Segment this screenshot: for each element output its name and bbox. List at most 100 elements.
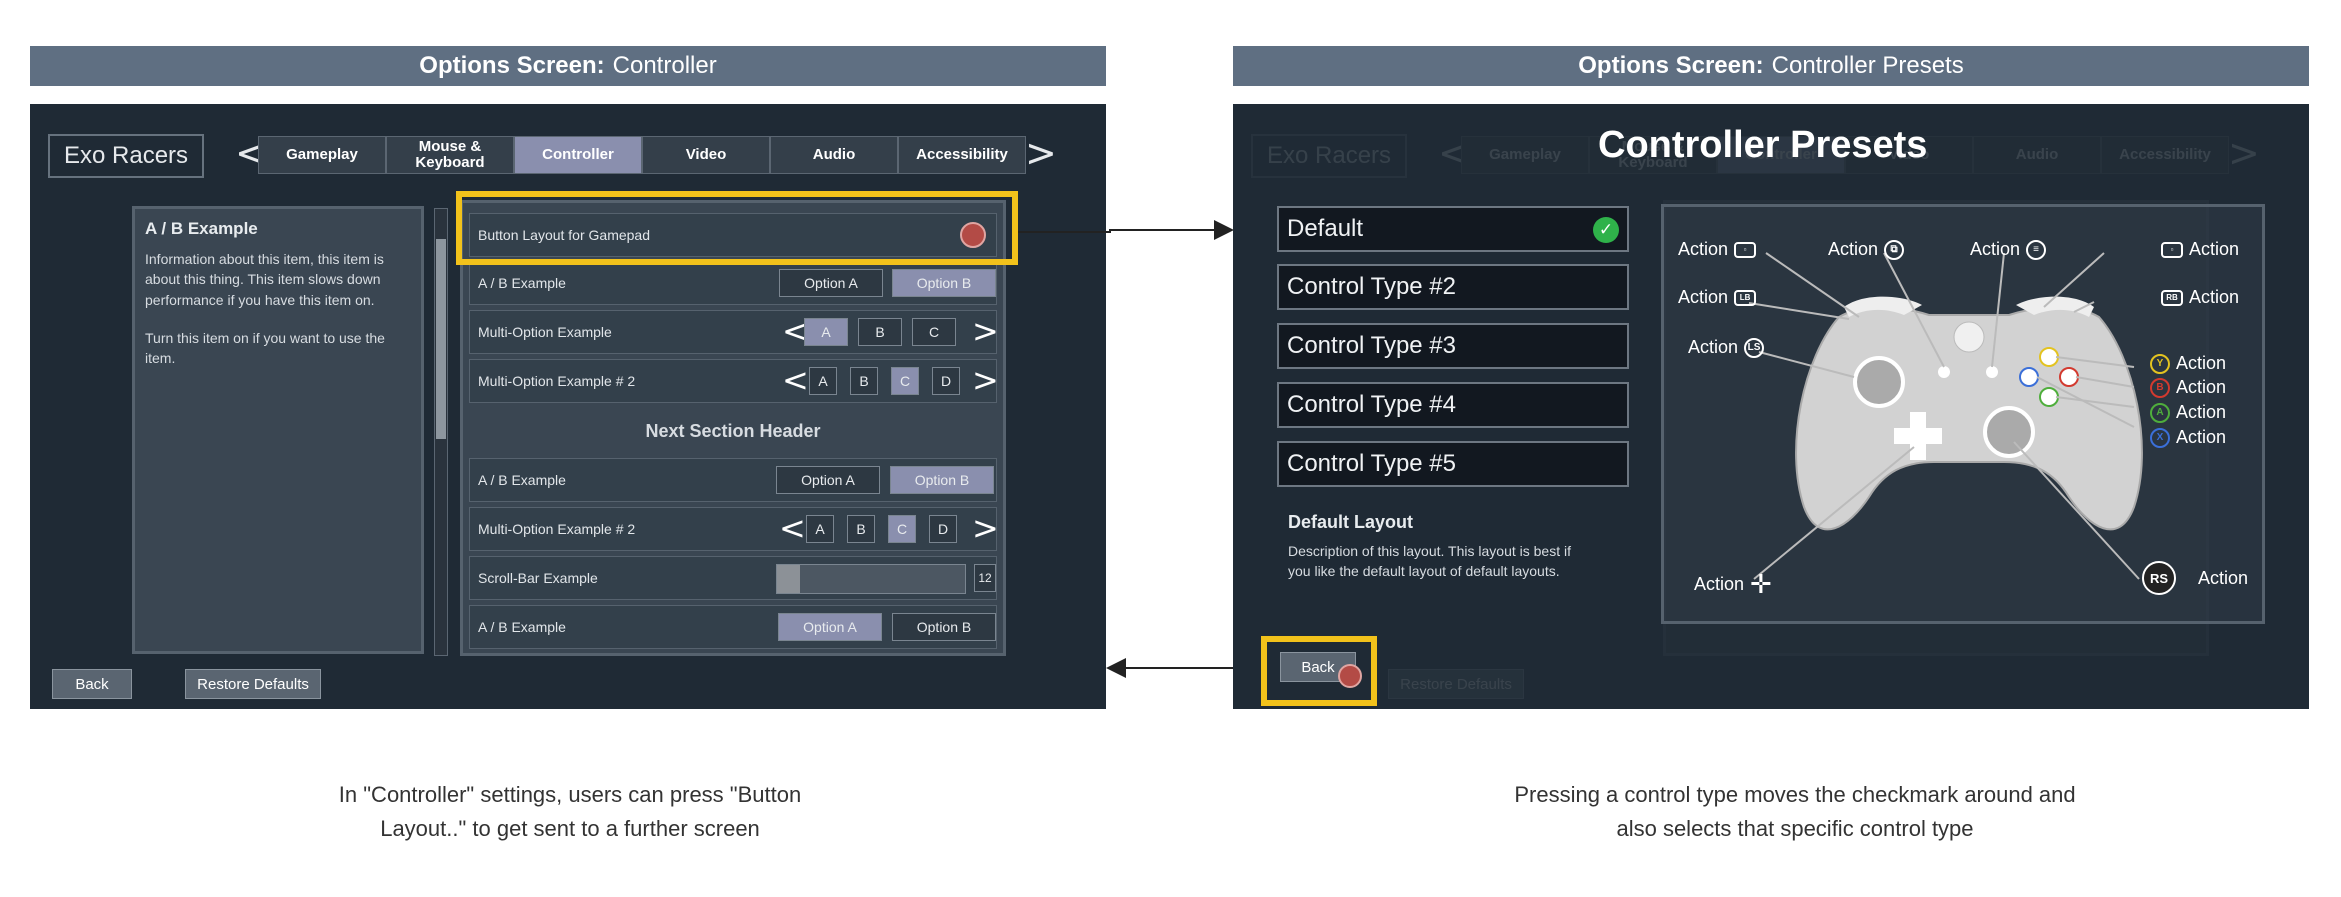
option-b-button[interactable]: Option B	[892, 613, 996, 641]
label-view: Action ▫	[1678, 239, 1757, 260]
label-rb: RB Action	[2161, 287, 2239, 308]
face-y	[2039, 347, 2059, 367]
game-title: Exo Racers	[48, 134, 205, 178]
option-a-button[interactable]: Option A	[779, 269, 883, 297]
options-scrollbar[interactable]	[434, 208, 448, 656]
restore-defaults-button: Restore Defaults	[1388, 669, 1524, 699]
layout-description: Default Layout Description of this layou…	[1288, 512, 1578, 582]
tab-controller[interactable]: Controller	[514, 136, 642, 174]
multi-option-row-1: Multi-Option Example < A B C >	[469, 310, 999, 354]
rs-icon: RS	[2142, 561, 2176, 595]
option-a-button[interactable]: Option A	[778, 613, 882, 641]
ls-icon: LS	[1744, 337, 1765, 358]
presets-title: Controller Presets	[1598, 124, 1928, 166]
x-button-icon: X	[2150, 427, 2170, 448]
face-a	[2039, 387, 2059, 407]
option-b-square[interactable]: B	[847, 515, 875, 543]
controller-diagram: Action ▫ Action ⧉ Action ≡ ▫ Action Action LB…	[1661, 204, 2265, 624]
ab-example-row-3: A / B Example Option A Option B	[469, 605, 997, 649]
dpad-icon: ✛	[1750, 569, 1772, 599]
tab-bar: Gameplay Mouse & Keyboard Controller Vid…	[258, 136, 1026, 174]
highlight-button-layout	[456, 191, 1018, 265]
label-a: A Action	[2150, 402, 2226, 423]
option-d-square[interactable]: D	[929, 515, 957, 543]
label-rt: ▫ Action	[2161, 239, 2239, 260]
slider-value-box: 12	[974, 564, 996, 592]
option-a-square[interactable]: A	[809, 367, 837, 395]
option-b-button[interactable]: Option B	[890, 466, 994, 494]
y-button-icon: Y	[2150, 353, 2170, 374]
tab-gameplay[interactable]: Gameplay	[258, 136, 386, 174]
tab-mouse-keyboard[interactable]: Mouse & Keyboard	[386, 136, 514, 174]
label-ls: Action LS	[1688, 337, 1765, 358]
option-c-square[interactable]: C	[891, 367, 919, 395]
option-a-button[interactable]: Option A	[776, 466, 880, 494]
option-b-square[interactable]: B	[850, 367, 878, 395]
tab-video[interactable]: Video	[642, 136, 770, 174]
option-d-square[interactable]: D	[932, 367, 960, 395]
next-section-header: Next Section Header	[645, 420, 821, 441]
option-next-arrow[interactable]: >	[972, 512, 999, 544]
multi-option-row-2: Multi-Option Example # 2 < A B C D >	[469, 359, 999, 403]
preset-control-type-3[interactable]: Control Type #3	[1277, 323, 1629, 369]
preset-default[interactable]: Default ✓	[1277, 206, 1629, 252]
option-b-square[interactable]: B	[858, 318, 902, 346]
menu-icon: ≡	[2026, 239, 2047, 260]
back-button[interactable]: Back	[52, 669, 132, 699]
layout-description-body: Description of this layout. This layout …	[1288, 543, 1571, 580]
label-menu: Action ≡	[1970, 239, 2047, 260]
options-scrollbar-thumb[interactable]	[436, 239, 446, 439]
a-button-icon: A	[2150, 402, 2170, 423]
row-label: A / B Example	[478, 619, 566, 635]
option-a-square[interactable]: A	[804, 318, 848, 346]
option-b-button[interactable]: Option B	[892, 269, 996, 297]
preset-control-type-2[interactable]: Control Type #2	[1277, 264, 1629, 310]
view-button	[1938, 366, 1950, 378]
left-screen-header: Options Screen: Controller	[30, 46, 1106, 86]
dpad-horizontal	[1894, 428, 1942, 444]
checkmark-icon: ✓	[1593, 217, 1619, 243]
label-y: Y Action	[2150, 353, 2226, 374]
option-next-arrow[interactable]: >	[972, 364, 999, 396]
lb-icon: LB	[1734, 289, 1757, 306]
option-c-square[interactable]: C	[888, 515, 916, 543]
scroll-bar-row: Scroll-Bar Example 12	[469, 556, 997, 600]
view-icon: ▫	[1734, 241, 1757, 258]
preset-control-type-5[interactable]: Control Type #5	[1277, 441, 1629, 487]
options-list: Button Layout for Gamepad A / B Example …	[460, 200, 1006, 656]
tab-audio[interactable]: Audio	[770, 136, 898, 174]
b-button-icon: B	[2150, 377, 2170, 398]
tab-next-arrow: >	[2228, 131, 2260, 175]
row-label: A / B Example	[478, 275, 566, 291]
option-c-square[interactable]: C	[912, 318, 956, 346]
rb-icon: RB	[2161, 289, 2183, 306]
left-stick	[1853, 356, 1905, 408]
label-b: B Action	[2150, 377, 2226, 398]
row-label: Scroll-Bar Example	[478, 570, 598, 586]
preset-control-type-4[interactable]: Control Type #4	[1277, 382, 1629, 428]
value-slider-fill	[777, 565, 800, 593]
tab-audio: Audio	[1973, 136, 2101, 174]
xbox-button	[1953, 321, 1985, 353]
value-slider[interactable]	[776, 564, 966, 594]
face-x	[2019, 367, 2039, 387]
description-body-2: Turn this item on if you want to use the…	[145, 329, 385, 367]
label-x: X Action	[2150, 427, 2226, 448]
tab-next-arrow[interactable]: >	[1025, 134, 1057, 172]
option-prev-arrow[interactable]: <	[779, 512, 806, 544]
item-description-box: A / B Example Information about this ite…	[132, 206, 424, 654]
description-title: A / B Example	[145, 219, 258, 238]
option-prev-arrow[interactable]: <	[782, 364, 809, 396]
row-label: Multi-Option Example # 2	[478, 373, 636, 389]
ab-example-row-1: A / B Example Option A Option B	[469, 261, 997, 305]
option-a-square[interactable]: A	[806, 515, 834, 543]
restore-defaults-button[interactable]: Restore Defaults	[185, 669, 321, 699]
tab-accessibility: Accessibility	[2101, 136, 2229, 174]
option-next-arrow[interactable]: >	[972, 315, 999, 347]
label-share: Action ⧉	[1828, 239, 1905, 260]
tab-accessibility[interactable]: Accessibility	[898, 136, 1026, 174]
highlight-back-button	[1261, 636, 1377, 706]
left-caption: In "Controller" settings, users can pres…	[338, 782, 802, 842]
rt-icon: ▫	[2161, 241, 2183, 258]
layout-description-title: Default Layout	[1288, 512, 1414, 532]
